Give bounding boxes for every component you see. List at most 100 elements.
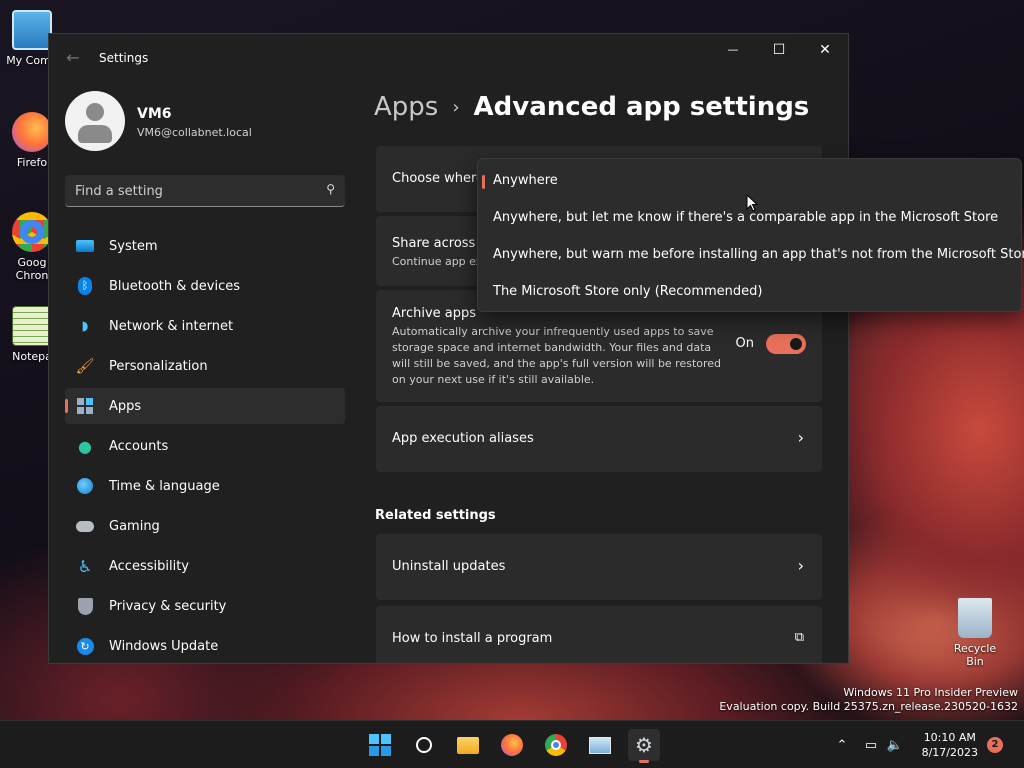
archive-apps-description: Automatically archive your infrequently … xyxy=(392,325,722,386)
chevron-up-icon[interactable]: ⌃ xyxy=(832,738,852,753)
taskbar-search-button[interactable] xyxy=(408,729,440,761)
sidebar-item-label: Time & language xyxy=(109,478,220,494)
external-link-icon: ⧉ xyxy=(794,630,804,645)
sidebar-item-windows-update[interactable]: ↻ Windows Update xyxy=(65,628,345,663)
monitor-icon xyxy=(12,10,52,50)
chevron-right-icon: › xyxy=(797,556,804,575)
sidebar-item-label: Windows Update xyxy=(109,638,219,654)
network-icon[interactable]: ▭ xyxy=(858,738,884,753)
breadcrumb: Apps › Advanced app settings xyxy=(374,92,809,122)
back-button[interactable]: ← xyxy=(63,48,83,68)
user-email: VM6@collabnet.local xyxy=(137,126,252,139)
search-input[interactable] xyxy=(75,182,305,200)
sidebar-item-label: Privacy & security xyxy=(109,598,227,614)
sidebar-item-network[interactable]: ◗ Network & internet xyxy=(65,308,345,344)
recycle-bin-icon xyxy=(958,598,992,638)
sidebar-item-accessibility[interactable]: ♿ Accessibility xyxy=(65,548,345,584)
clock-time: 10:10 AM xyxy=(923,731,976,744)
related-settings-heading: Related settings xyxy=(375,508,496,523)
user-name: VM6 xyxy=(137,106,172,122)
sidebar-item-label: Bluetooth & devices xyxy=(109,278,240,294)
taskbar-chrome[interactable] xyxy=(540,729,572,761)
minimize-button[interactable]: — xyxy=(710,34,756,66)
archive-apps-label: Archive apps xyxy=(392,306,477,321)
settings-window: ← Settings — ☐ ✕ VM6 VM6@collabnet.local… xyxy=(48,33,849,664)
breadcrumb-parent[interactable]: Apps xyxy=(374,92,438,122)
uninstall-updates-card[interactable]: Uninstall updates › xyxy=(376,534,822,600)
arrow-left-icon: ← xyxy=(66,48,80,67)
sidebar-nav: System ᛒ Bluetooth & devices ◗ Network &… xyxy=(65,228,345,663)
archive-toggle-label: On xyxy=(735,336,754,351)
title-bar: ← Settings — ☐ ✕ xyxy=(49,34,848,82)
desktop-icon-recycle-bin[interactable]: Recycle Bin xyxy=(944,598,1006,668)
sidebar-item-accounts[interactable]: ● Accounts xyxy=(65,428,345,464)
accessibility-icon: ♿ xyxy=(77,556,93,576)
bluetooth-icon: ᛒ xyxy=(75,276,95,296)
uninstall-updates-label: Uninstall updates xyxy=(392,559,506,574)
sidebar-item-label: Personalization xyxy=(109,358,208,374)
sidebar-item-label: Network & internet xyxy=(109,318,234,334)
shield-icon xyxy=(75,596,95,616)
sidebar-item-time-language[interactable]: Time & language xyxy=(65,468,345,504)
clock[interactable]: 10:10 AM 8/17/2023 xyxy=(922,730,978,760)
how-to-install-label: How to install a program xyxy=(392,631,553,646)
sidebar-item-label: Accessibility xyxy=(109,558,189,574)
taskbar-firefox[interactable] xyxy=(496,729,528,761)
sidebar-item-personalization[interactable]: 🖌 Personalization xyxy=(65,348,345,384)
system-tray: ⌃ ▭ 🔈 xyxy=(832,721,906,768)
avatar-body xyxy=(78,125,112,143)
notepad-icon xyxy=(12,306,52,346)
mouse-cursor-icon xyxy=(746,194,758,212)
search-box: ⚲ xyxy=(65,175,345,207)
notification-badge[interactable]: 2 xyxy=(987,737,1003,753)
close-button[interactable]: ✕ xyxy=(802,34,848,66)
search-icon[interactable]: ⚲ xyxy=(326,182,335,196)
wifi-icon: ◗ xyxy=(81,318,89,334)
update-icon: ↻ xyxy=(75,636,95,656)
sidebar-item-privacy-security[interactable]: Privacy & security xyxy=(65,588,345,624)
chevron-right-icon: › xyxy=(452,96,460,118)
avatar[interactable] xyxy=(65,91,125,151)
chrome-icon xyxy=(545,734,567,756)
start-button[interactable] xyxy=(364,729,396,761)
share-across-label: Share across d xyxy=(392,236,488,251)
gamepad-icon xyxy=(75,516,95,536)
window-title: Settings xyxy=(99,51,149,65)
system-icon xyxy=(75,236,95,256)
taskbar: ⚙ ⌃ ▭ 🔈 10:10 AM 8/17/2023 2 xyxy=(0,720,1024,768)
page-title: Advanced app settings xyxy=(473,92,810,122)
search-icon xyxy=(416,737,432,753)
archive-apps-toggle[interactable] xyxy=(766,334,806,354)
accounts-icon: ● xyxy=(78,436,92,456)
dropdown-option-store-only[interactable]: The Microsoft Store only (Recommended) xyxy=(478,273,1021,310)
taskbar-monitor-app[interactable] xyxy=(584,729,616,761)
taskbar-settings[interactable]: ⚙ xyxy=(628,729,660,763)
volume-icon[interactable]: 🔈 xyxy=(884,738,906,753)
chrome-icon xyxy=(12,212,52,252)
choose-where-dropdown: Anywhere Anywhere, but let me know if th… xyxy=(477,158,1024,312)
gear-icon: ⚙ xyxy=(635,733,653,757)
folder-icon xyxy=(457,736,479,754)
dropdown-option-anywhere-warn[interactable]: Anywhere, but warn me before installing … xyxy=(478,236,1024,273)
app-execution-aliases-card[interactable]: App execution aliases › xyxy=(376,406,822,472)
firefox-icon xyxy=(501,734,523,756)
globe-icon xyxy=(75,476,95,496)
apps-icon xyxy=(75,396,95,416)
sidebar-item-gaming[interactable]: Gaming xyxy=(65,508,345,544)
performance-monitor-icon xyxy=(589,736,611,754)
sidebar-item-bluetooth[interactable]: ᛒ Bluetooth & devices xyxy=(65,268,345,304)
taskbar-file-explorer[interactable] xyxy=(452,729,484,761)
sidebar-item-label: System xyxy=(109,238,158,254)
sidebar-item-label: Accounts xyxy=(109,438,169,454)
how-to-install-card[interactable]: How to install a program ⧉ xyxy=(376,606,822,663)
sidebar-item-system[interactable]: System xyxy=(65,228,345,264)
maximize-button[interactable]: ☐ xyxy=(756,34,802,66)
clock-date: 8/17/2023 xyxy=(921,746,978,759)
avatar-head xyxy=(86,103,104,121)
windows-logo-icon xyxy=(369,734,391,756)
toggle-knob xyxy=(790,338,802,350)
brush-icon: 🖌 xyxy=(75,357,95,375)
app-execution-aliases-label: App execution aliases xyxy=(392,431,534,446)
sidebar-item-apps[interactable]: Apps xyxy=(65,388,345,424)
sidebar-item-label: Gaming xyxy=(109,518,160,534)
